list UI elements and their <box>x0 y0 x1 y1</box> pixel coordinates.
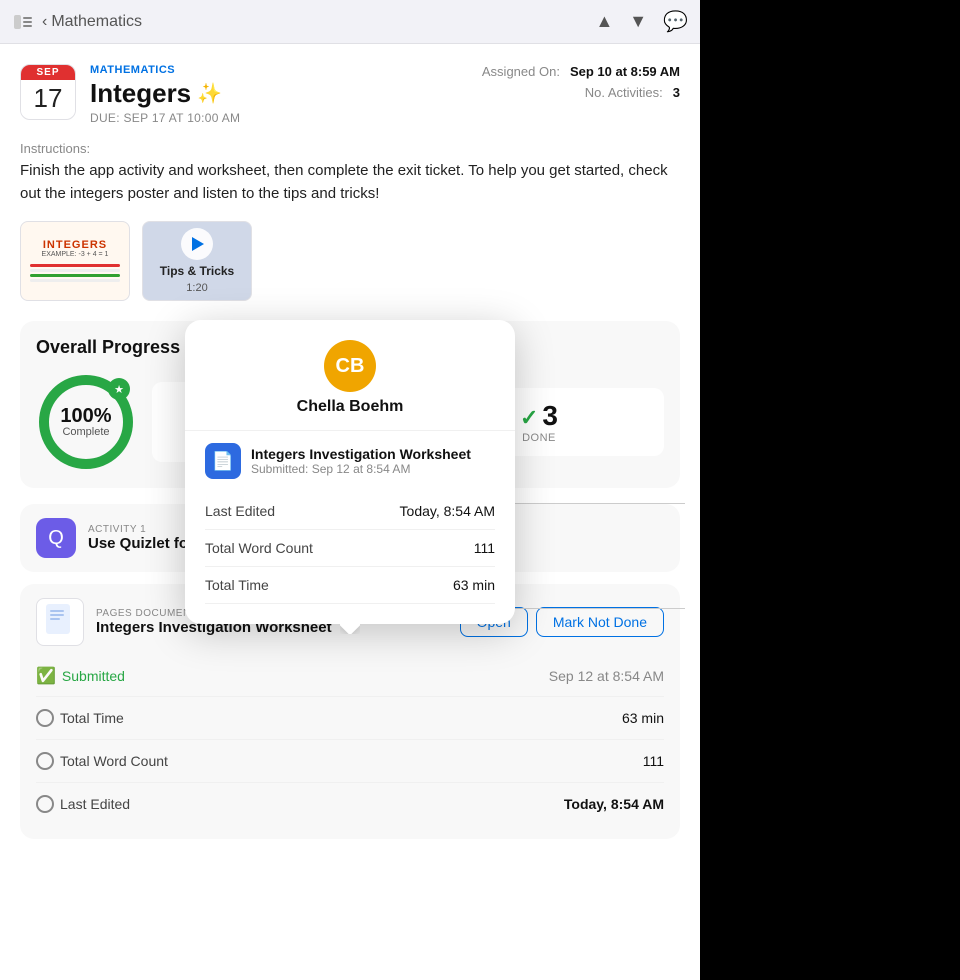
popup-doc-submitted: Submitted: Sep 12 at 8:54 AM <box>251 462 471 476</box>
popup-divider <box>185 430 515 431</box>
popup-last-edited-value: Today, 8:54 AM <box>400 503 495 519</box>
poster-line-green <box>30 274 120 277</box>
done-count: 3 <box>542 400 558 432</box>
popup-doc-row: 📄 Integers Investigation Worksheet Submi… <box>205 443 495 479</box>
avatar-circle: CB <box>324 340 376 392</box>
submitted-status-row: ✅ Submitted Sep 12 at 8:54 AM <box>36 656 664 697</box>
sidebar-toggle-button[interactable] <box>12 11 34 33</box>
doc-thumbnail <box>36 598 84 646</box>
popup-total-time-label: Total Time <box>205 577 269 593</box>
popup-avatar-section: CB Chella Boehm <box>205 340 495 416</box>
progress-complete-label: Complete <box>62 426 109 438</box>
total-word-count-row: Total Word Count 111 <box>36 740 664 783</box>
poster-subtitle: EXAMPLE: -3 + 4 = 1 <box>42 251 109 258</box>
last-edited-value: Today, 8:54 AM <box>564 796 664 812</box>
popup-total-time-value: 63 min <box>453 577 495 593</box>
no-activities-label: No. Activities: <box>585 85 663 100</box>
student-popup-card[interactable]: CB Chella Boehm 📄 Integers Investigation… <box>185 320 515 624</box>
due-date: DUE: SEP 17 AT 10:00 AM <box>90 111 240 125</box>
instructions-text: Finish the app activity and worksheet, t… <box>20 160 680 205</box>
video-duration: 1:20 <box>186 282 207 294</box>
subject-label: MATHEMATICS <box>90 64 240 76</box>
clock-icon-edited <box>36 795 54 813</box>
popup-total-time-row: Total Time 63 min <box>205 567 495 604</box>
back-label: Mathematics <box>51 13 142 31</box>
comment-button[interactable]: 💬 <box>663 9 688 34</box>
play-button[interactable] <box>181 228 213 260</box>
assignment-title: Integers ✨ <box>90 78 240 109</box>
popup-tail <box>340 624 360 634</box>
instructions-section: Instructions: Finish the app activity an… <box>20 141 680 205</box>
total-time-value: 63 min <box>622 710 664 726</box>
poster-attachment[interactable]: INTEGERS EXAMPLE: -3 + 4 = 1 <box>20 221 130 301</box>
progress-circle: ★ 100% Complete <box>36 372 136 472</box>
done-checkmark: ✓ <box>520 405 538 431</box>
calendar-day: 17 <box>21 80 75 116</box>
popup-doc-name: Integers Investigation Worksheet <box>251 446 471 462</box>
clock-icon-time <box>36 709 54 727</box>
instructions-label: Instructions: <box>20 141 680 156</box>
next-arrow-button[interactable]: ▼ <box>629 11 647 32</box>
submitted-date: Sep 12 at 8:54 AM <box>549 668 664 684</box>
popup-last-edited-row: Last Edited Today, 8:54 AM <box>205 493 495 530</box>
total-time-row: Total Time 63 min <box>36 697 664 740</box>
popup-doc-icon: 📄 <box>205 443 241 479</box>
black-panel <box>700 0 960 980</box>
title-bar: ‹ Mathematics ▲ ▼ 💬 <box>0 0 700 44</box>
popup-word-count-value: 111 <box>474 540 495 556</box>
poster-title: INTEGERS <box>43 239 107 251</box>
assigned-on-row: Assigned On: Sep 10 at 8:59 AM <box>482 64 680 79</box>
total-word-count-label: Total Word Count <box>36 752 168 770</box>
done-label: DONE <box>522 432 556 444</box>
assigned-on-value: Sep 10 at 8:59 AM <box>570 64 680 79</box>
video-label: Tips & Tricks <box>160 264 234 278</box>
progress-percentage: 100% <box>60 406 111 426</box>
calendar-icon: SEP 17 <box>20 64 76 120</box>
last-edited-label: Last Edited <box>36 795 130 813</box>
submitted-label: ✅ Submitted <box>36 666 125 686</box>
activity-icon: Q <box>36 518 76 558</box>
total-time-label: Total Time <box>36 709 124 727</box>
poster-line-gray1 <box>30 269 120 272</box>
play-triangle-icon <box>192 237 204 251</box>
popup-word-count-label: Total Word Count <box>205 540 313 556</box>
assignment-header: SEP 17 MATHEMATICS Integers ✨ DUE: SEP 1… <box>20 64 680 125</box>
calendar-month: SEP <box>21 65 75 80</box>
no-activities-value: 3 <box>673 85 680 100</box>
video-attachment[interactable]: Tips & Tricks 1:20 <box>142 221 252 301</box>
poster-line-gray2 <box>30 279 120 282</box>
sparkle-icon: ✨ <box>197 81 222 106</box>
star-badge: ★ <box>108 378 130 400</box>
poster-line-red <box>30 264 120 267</box>
attachments-row: INTEGERS EXAMPLE: -3 + 4 = 1 Tips & Tric… <box>20 221 680 301</box>
mark-not-done-button[interactable]: Mark Not Done <box>536 607 664 637</box>
no-activities-row: No. Activities: 3 <box>585 85 680 100</box>
last-edited-row: Last Edited Today, 8:54 AM <box>36 783 664 825</box>
back-button[interactable]: ‹ Mathematics <box>42 13 142 31</box>
popup-last-edited-label: Last Edited <box>205 503 275 519</box>
popup-student-name: Chella Boehm <box>297 398 404 416</box>
total-word-count-value: 111 <box>643 753 664 769</box>
assigned-on-label: Assigned On: <box>482 64 560 79</box>
clock-icon-words <box>36 752 54 770</box>
prev-arrow-button[interactable]: ▲ <box>595 11 613 32</box>
popup-word-count-row: Total Word Count 111 <box>205 530 495 567</box>
